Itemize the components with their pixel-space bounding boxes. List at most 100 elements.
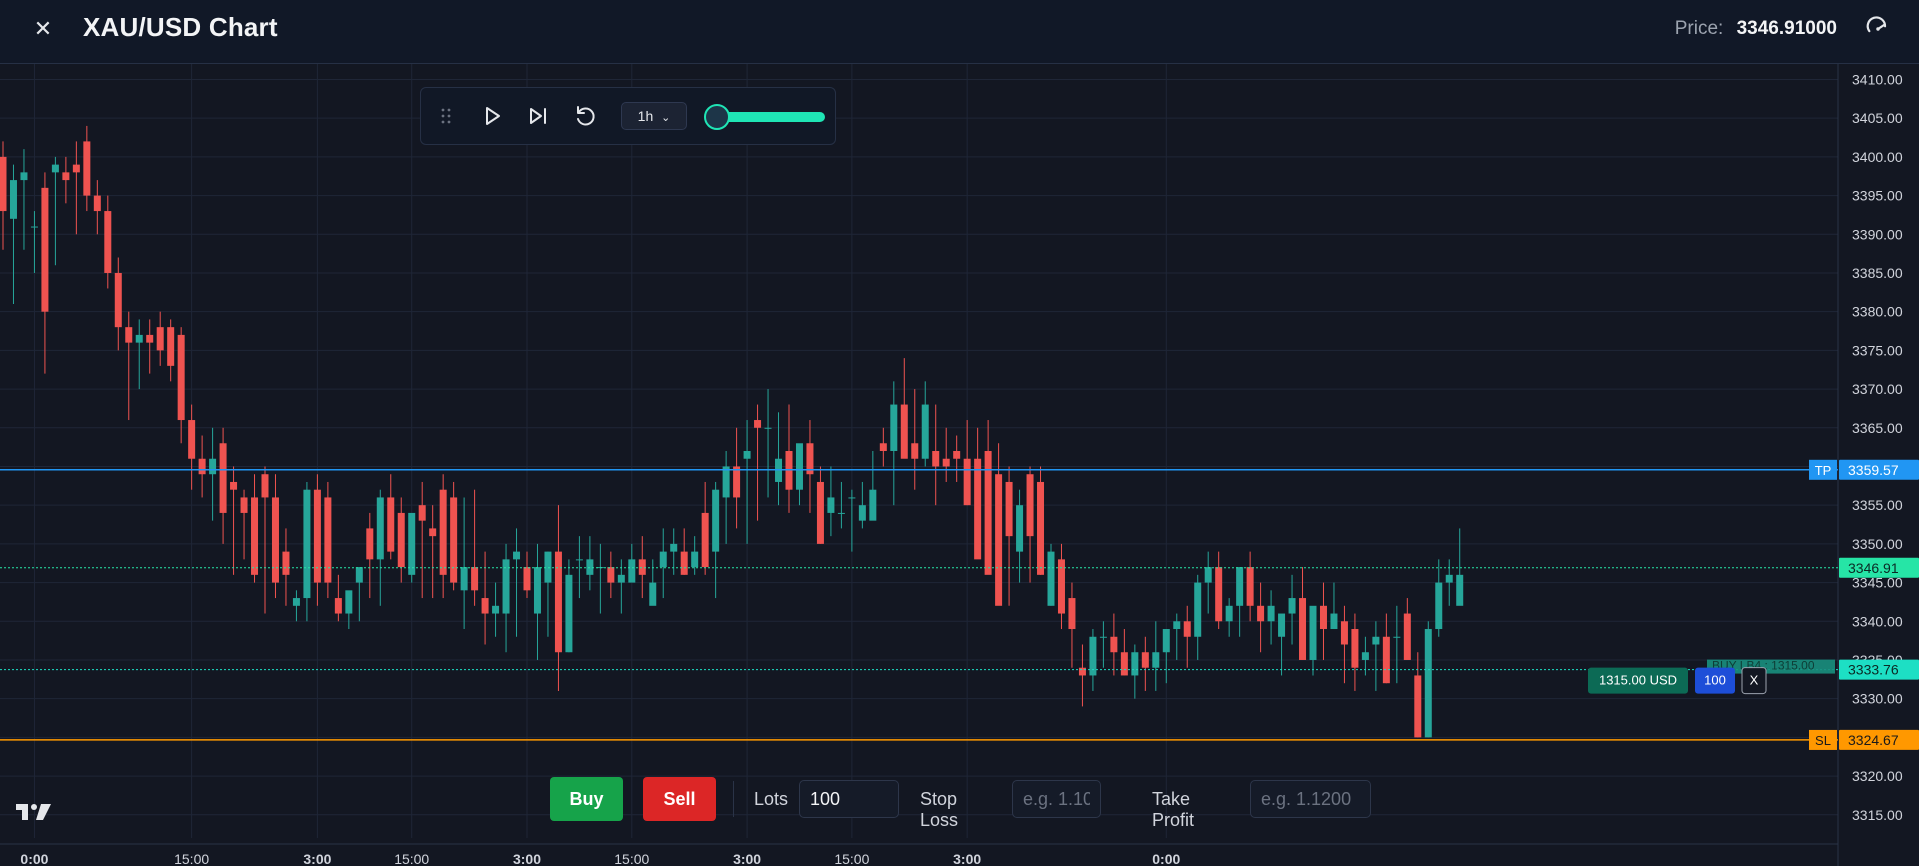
candle (240, 489, 248, 560)
price-tick-label: 3395.00 (1852, 188, 1903, 204)
candle (177, 327, 185, 444)
candle (544, 551, 552, 637)
candle (1257, 582, 1265, 653)
time-tick-label: 15:00 (834, 851, 869, 866)
candle (1372, 621, 1380, 691)
theme-toggle-icon[interactable] (1865, 16, 1891, 42)
candle-body (1246, 567, 1254, 606)
candle-body (1424, 629, 1432, 738)
position-amount: 1315.00 USD (1599, 673, 1677, 688)
reset-icon[interactable] (570, 101, 600, 131)
candle-body (858, 505, 866, 521)
price-tick-label: 3400.00 (1852, 149, 1903, 165)
candle-body (837, 512, 845, 514)
buy-button[interactable]: Buy (550, 777, 623, 821)
lots-input[interactable] (799, 780, 899, 818)
stop-loss-input[interactable] (1012, 780, 1101, 818)
candle (733, 427, 741, 529)
candle-body (733, 466, 741, 498)
candle-body (167, 327, 175, 366)
candle (565, 559, 573, 653)
candle-body (1340, 621, 1348, 645)
replay-controls: 1h ⌄ (420, 87, 836, 145)
candle-body (1110, 636, 1118, 653)
play-icon[interactable] (477, 101, 507, 131)
candle (900, 358, 908, 459)
candle (984, 420, 992, 575)
candle-body (125, 327, 133, 343)
price-tick-label: 3375.00 (1852, 342, 1903, 358)
candle (125, 311, 133, 421)
candle-body (0, 156, 7, 212)
time-tick-label: 3:00 (953, 851, 981, 866)
candle-body (313, 489, 321, 583)
candle-body (492, 605, 500, 614)
candle-body (1016, 505, 1024, 552)
position-close-button[interactable]: X (1750, 673, 1759, 688)
candle-body (1393, 636, 1401, 638)
candle-body (397, 512, 405, 568)
step-forward-icon[interactable] (523, 101, 553, 131)
take-profit-input[interactable] (1250, 780, 1371, 818)
candle (785, 404, 793, 513)
time-tick-label: 15:00 (394, 851, 429, 866)
candle (83, 125, 91, 212)
candle (806, 420, 814, 513)
candle-body (30, 226, 38, 228)
candle (387, 474, 395, 560)
candle (1204, 551, 1212, 614)
candle (1299, 567, 1307, 660)
price-tick-label: 3320.00 (1852, 768, 1903, 784)
candle-body (921, 404, 929, 459)
candle (1288, 574, 1296, 645)
grid (0, 64, 1838, 838)
candle (30, 211, 38, 273)
candle (1330, 582, 1338, 630)
speed-slider-handle[interactable] (704, 104, 730, 130)
candle (1068, 582, 1076, 668)
candle-body (429, 528, 437, 537)
candle-body (439, 489, 447, 575)
drag-handle-icon[interactable] (431, 101, 461, 131)
price-tick-label: 3330.00 (1852, 691, 1903, 707)
candle-body (177, 334, 185, 421)
candle (271, 474, 279, 599)
tp-price-tag: 3359.57 (1848, 462, 1899, 478)
candle (1099, 621, 1107, 668)
candle (1194, 574, 1202, 660)
candle-body (617, 574, 625, 583)
candle-body (565, 574, 573, 653)
sell-button[interactable]: Sell (643, 777, 716, 821)
candle (743, 420, 751, 544)
tradingview-logo-icon (16, 804, 51, 820)
candle-body (418, 505, 426, 521)
candle-body (942, 458, 950, 467)
candle (41, 172, 49, 374)
candle-body (1278, 613, 1286, 637)
price-chart[interactable]: 3410.00 3405.00 3400.00 3395.00 3390.00 3385.… (0, 64, 1919, 866)
candle-body (135, 334, 143, 343)
candle (869, 451, 877, 521)
candle-body (271, 497, 279, 583)
candle-body (334, 598, 342, 614)
candle-body (1068, 598, 1076, 630)
candle-body (701, 512, 709, 568)
candle-body (575, 559, 583, 561)
candle (1215, 551, 1223, 630)
candle (858, 481, 866, 529)
candle-body (554, 551, 562, 653)
candle (1005, 466, 1013, 606)
candle-body (188, 420, 196, 459)
candle (324, 481, 332, 599)
candle-body (83, 141, 91, 196)
candle-body (324, 497, 332, 583)
candle (1403, 598, 1411, 660)
candle-body (1372, 636, 1380, 645)
candle-body (366, 528, 374, 560)
candle-body (72, 164, 80, 173)
candle-body (1414, 675, 1422, 738)
candle-body (1309, 605, 1317, 660)
interval-select[interactable]: 1h ⌄ (621, 102, 687, 130)
candle-body (41, 187, 49, 312)
close-icon[interactable]: ✕ (28, 14, 58, 44)
